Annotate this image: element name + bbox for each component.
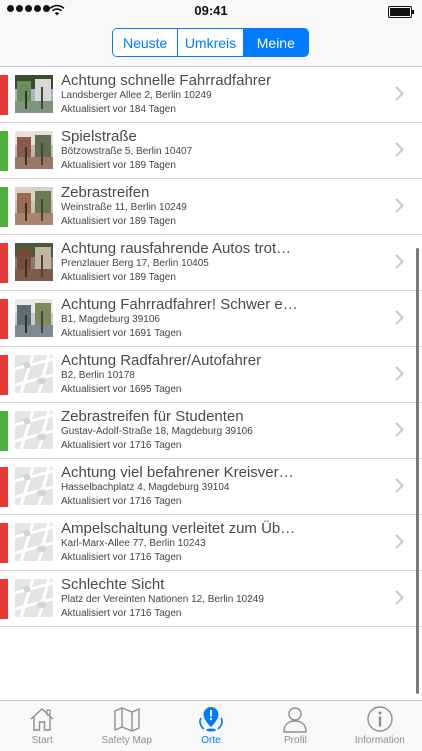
place-row[interactable]: Zebrastreifen Weinstraße 11, Berlin 10249…	[0, 179, 422, 235]
place-row[interactable]: Zebrastreifen für Studenten Gustav-Adolf-…	[0, 403, 422, 459]
place-photo	[15, 131, 53, 169]
status-indicator	[0, 243, 8, 283]
chevron-right-icon	[395, 310, 404, 330]
place-title: Zebrastreifen für Studenten	[61, 408, 244, 425]
place-row[interactable]: Achtung Radfahrer/Autofahrer B2, Berlin 1…	[0, 347, 422, 403]
place-updated: Aktualisiert vor 1695 Tagen	[61, 384, 182, 395]
filter-segmented-control: Neuste Umkreis Meine	[112, 28, 309, 57]
place-address: Gustav-Adolf-Straße 18, Magdeburg 39106	[61, 426, 253, 437]
map-placeholder-icon	[15, 355, 53, 393]
place-row[interactable]: Achtung schnelle Fahrradfahrer Landsberge…	[0, 67, 422, 123]
status-indicator	[0, 523, 8, 563]
place-updated: Aktualisiert vor 1716 Tagen	[61, 496, 182, 507]
map-placeholder-icon	[15, 467, 53, 505]
status-indicator	[0, 579, 8, 619]
place-updated: Aktualisiert vor 184 Tagen	[61, 104, 176, 115]
place-address: B1, Magdeburg 39106	[61, 314, 160, 325]
tab-label: Start	[31, 735, 53, 746]
place-title: Zebrastreifen	[61, 184, 150, 201]
chevron-right-icon	[395, 366, 404, 386]
tab-profil[interactable]: Profil	[253, 701, 337, 751]
tab-orte[interactable]: Orte	[169, 701, 253, 751]
place-address: Landsberger Allee 2, Berlin 10249	[61, 90, 212, 101]
place-title: Achtung viel befahrener Kreisver…	[61, 464, 294, 481]
place-photo	[15, 75, 53, 113]
place-title: Ampelschaltung verleitet zum Üb…	[61, 520, 296, 537]
place-photo	[15, 187, 53, 225]
place-photo	[15, 299, 53, 337]
place-address: Weinstraße 11, Berlin 10249	[61, 202, 187, 213]
map-placeholder-icon	[15, 523, 53, 561]
status-indicator	[0, 411, 8, 451]
place-row[interactable]: Achtung rausfahrende Autos trot… Prenzlau…	[0, 235, 422, 291]
scrollbar[interactable]	[416, 248, 419, 694]
places-icon	[195, 705, 227, 733]
place-photo	[15, 243, 53, 281]
place-updated: Aktualisiert vor 1716 Tagen	[61, 552, 182, 563]
place-address: Platz der Vereinten Nationen 12, Berlin …	[61, 594, 264, 605]
chevron-right-icon	[395, 142, 404, 162]
place-title: Achtung schnelle Fahrradfahrer	[61, 72, 272, 89]
status-indicator	[0, 131, 8, 171]
place-title: Achtung rausfahrende Autos trot…	[61, 240, 292, 257]
home-icon	[26, 705, 58, 733]
tab-start[interactable]: Start	[0, 701, 84, 751]
chevron-right-icon	[395, 478, 404, 498]
places-list: Achtung schnelle Fahrradfahrer Landsberge…	[0, 67, 422, 627]
place-updated: Aktualisiert vor 1716 Tagen	[61, 608, 182, 619]
tab-information[interactable]: Information	[338, 701, 422, 751]
place-address: B2, Berlin 10178	[61, 370, 135, 381]
status-indicator	[0, 299, 8, 339]
tab-label: Safety Map	[101, 735, 152, 746]
chevron-right-icon	[395, 198, 404, 218]
place-updated: Aktualisiert vor 1691 Tagen	[61, 328, 182, 339]
segment-meine[interactable]: Meine	[242, 29, 308, 56]
status-indicator	[0, 187, 8, 227]
place-address: Karl-Marx-Allee 77, Berlin 10243	[61, 538, 206, 549]
map-icon	[111, 705, 143, 733]
place-title: Schlechte Sicht	[61, 576, 165, 593]
place-row[interactable]: Achtung Fahrradfahrer! Schwer e… B1, Magd…	[0, 291, 422, 347]
status-indicator	[0, 75, 8, 115]
segment-umkreis[interactable]: Umkreis	[177, 29, 243, 56]
navigation-bar: Neuste Umkreis Meine	[0, 22, 422, 67]
place-address: Prenzlauer Berg 17, Berlin 10405	[61, 258, 209, 269]
segment-neuste[interactable]: Neuste	[113, 29, 178, 56]
profile-icon	[279, 705, 311, 733]
place-row[interactable]: Ampelschaltung verleitet zum Üb… Karl-Mar…	[0, 515, 422, 571]
tab-label: Profil	[284, 735, 307, 746]
tab-bar: Start Safety Map Orte Profil Information	[0, 700, 422, 751]
chevron-right-icon	[395, 422, 404, 442]
place-title: Spielstraße	[61, 128, 137, 145]
chevron-right-icon	[395, 534, 404, 554]
tab-label: Information	[354, 735, 405, 746]
place-updated: Aktualisiert vor 189 Tagen	[61, 272, 176, 283]
chevron-right-icon	[395, 86, 404, 106]
place-title: Achtung Fahrradfahrer! Schwer e…	[61, 296, 298, 313]
status-indicator	[0, 467, 8, 507]
chevron-right-icon	[395, 590, 404, 610]
place-row[interactable]: Achtung viel befahrener Kreisver… Hasselb…	[0, 459, 422, 515]
place-row[interactable]: Spielstraße Bötzowstraße 5, Berlin 10407 A…	[0, 123, 422, 179]
info-icon	[364, 705, 396, 733]
place-title: Achtung Radfahrer/Autofahrer	[61, 352, 262, 369]
place-updated: Aktualisiert vor 1716 Tagen	[61, 440, 182, 451]
map-placeholder-icon	[15, 579, 53, 617]
chevron-right-icon	[395, 254, 404, 274]
place-row[interactable]: Schlechte Sicht Platz der Vereinten Natio…	[0, 571, 422, 627]
tab-label: Orte	[201, 735, 221, 746]
place-address: Bötzowstraße 5, Berlin 10407	[61, 146, 193, 157]
place-updated: Aktualisiert vor 189 Tagen	[61, 160, 176, 171]
map-placeholder-icon	[15, 411, 53, 449]
battery-icon	[388, 6, 414, 18]
status-indicator	[0, 355, 8, 395]
place-address: Hasselbachplatz 4, Magdeburg 39104	[61, 482, 230, 493]
status-time: 09:41	[194, 3, 228, 18]
status-bar: 09:41	[0, 0, 422, 22]
place-updated: Aktualisiert vor 189 Tagen	[61, 216, 176, 227]
tab-safety-map[interactable]: Safety Map	[84, 701, 168, 751]
